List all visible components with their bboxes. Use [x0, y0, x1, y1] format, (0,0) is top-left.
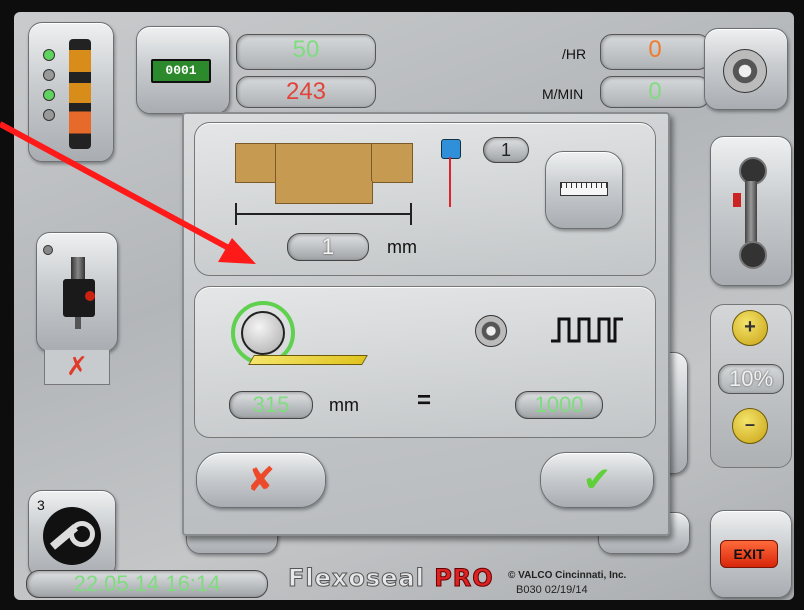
air-regulator-button[interactable] [710, 136, 792, 286]
speed-unit-label: M/MIN [542, 86, 584, 102]
photo-eye-icon [441, 139, 461, 159]
exit-button[interactable]: EXIT [720, 540, 778, 568]
plus-icon: + [744, 316, 756, 338]
count-field: 243 [236, 76, 376, 108]
pulses-field[interactable]: 1000 [515, 391, 603, 419]
encoder-button[interactable] [704, 28, 788, 110]
circumference-field[interactable]: 315 [229, 391, 313, 419]
photo-eye-beam [449, 157, 451, 207]
red-x-icon: ✘ [246, 460, 276, 500]
circumference-unit: mm [329, 395, 359, 415]
tools-button[interactable]: 3 [28, 490, 116, 578]
measure-length-button[interactable] [545, 151, 623, 229]
product-length-unit: mm [387, 237, 417, 257]
counter-button[interactable]: 0001 [136, 26, 230, 114]
air-regulator-icon [733, 157, 769, 269]
status-led-1 [43, 49, 55, 61]
speed-field: 0 [600, 76, 710, 108]
length-dimension-line [235, 213, 411, 215]
datetime-display: 22.05.14 16:14 [26, 570, 268, 598]
status-led-2 [43, 69, 55, 81]
glue-valve-icon [63, 257, 95, 329]
product-length-panel: 1 1 mm [194, 122, 656, 276]
speed-down-button[interactable]: – [732, 408, 768, 444]
tower-light-icon [69, 39, 91, 149]
sensor-number-field[interactable]: 1 [483, 137, 529, 163]
counter-icon: 0001 [151, 59, 211, 83]
brand-logo: Flexoseal PRO [288, 564, 494, 594]
version-label: B030 02/19/14 [516, 584, 588, 596]
tool-number: 3 [37, 497, 45, 513]
company-label: © VALCO Cincinnati, Inc. [508, 570, 627, 581]
ok-button[interactable]: ✔ [540, 452, 654, 508]
encoder-icon-small [475, 315, 507, 347]
touch-screen: 0001 50 243 /HR M/MIN 0 0 + 10% – EXIT ✗… [14, 12, 794, 600]
encoder-icon [723, 49, 767, 93]
dimension-left-tick [235, 203, 237, 225]
travel-direction-icon [248, 351, 368, 365]
status-led-4 [43, 109, 55, 121]
rate-unit-label: /HR [562, 46, 587, 62]
brand-logo-text: Flexoseal [288, 564, 425, 593]
brand-logo-pro: PRO [434, 564, 494, 593]
minus-icon: – [744, 414, 755, 434]
rate-field: 50 [236, 34, 376, 70]
pulse-train-icon [551, 317, 623, 348]
encoder-calibration-panel: 315 mm = 1000 [194, 286, 656, 438]
equals-sign: = [417, 387, 432, 414]
tower-light-button[interactable] [28, 22, 114, 162]
encoder-setup-dialog: 1 1 mm 315 mm = 1000 ✘ ✔ [182, 112, 670, 536]
dimension-right-tick [410, 203, 412, 225]
valve-led [43, 245, 53, 255]
speed-up-button[interactable]: + [732, 310, 768, 346]
rate-secondary-field: 0 [600, 34, 710, 70]
carton-icon [235, 137, 413, 204]
wrench-icon [43, 507, 101, 565]
valve-status-box: ✗ [44, 350, 110, 385]
product-length-field[interactable]: 1 [287, 233, 369, 261]
valve-disabled-x-icon: ✗ [66, 352, 88, 382]
ruler-icon [560, 182, 608, 196]
checkmark-icon: ✔ [582, 460, 612, 500]
speed-percent-field: 10% [718, 364, 784, 394]
cancel-button[interactable]: ✘ [196, 452, 326, 508]
valve-button[interactable] [36, 232, 118, 352]
status-led-3 [43, 89, 55, 101]
